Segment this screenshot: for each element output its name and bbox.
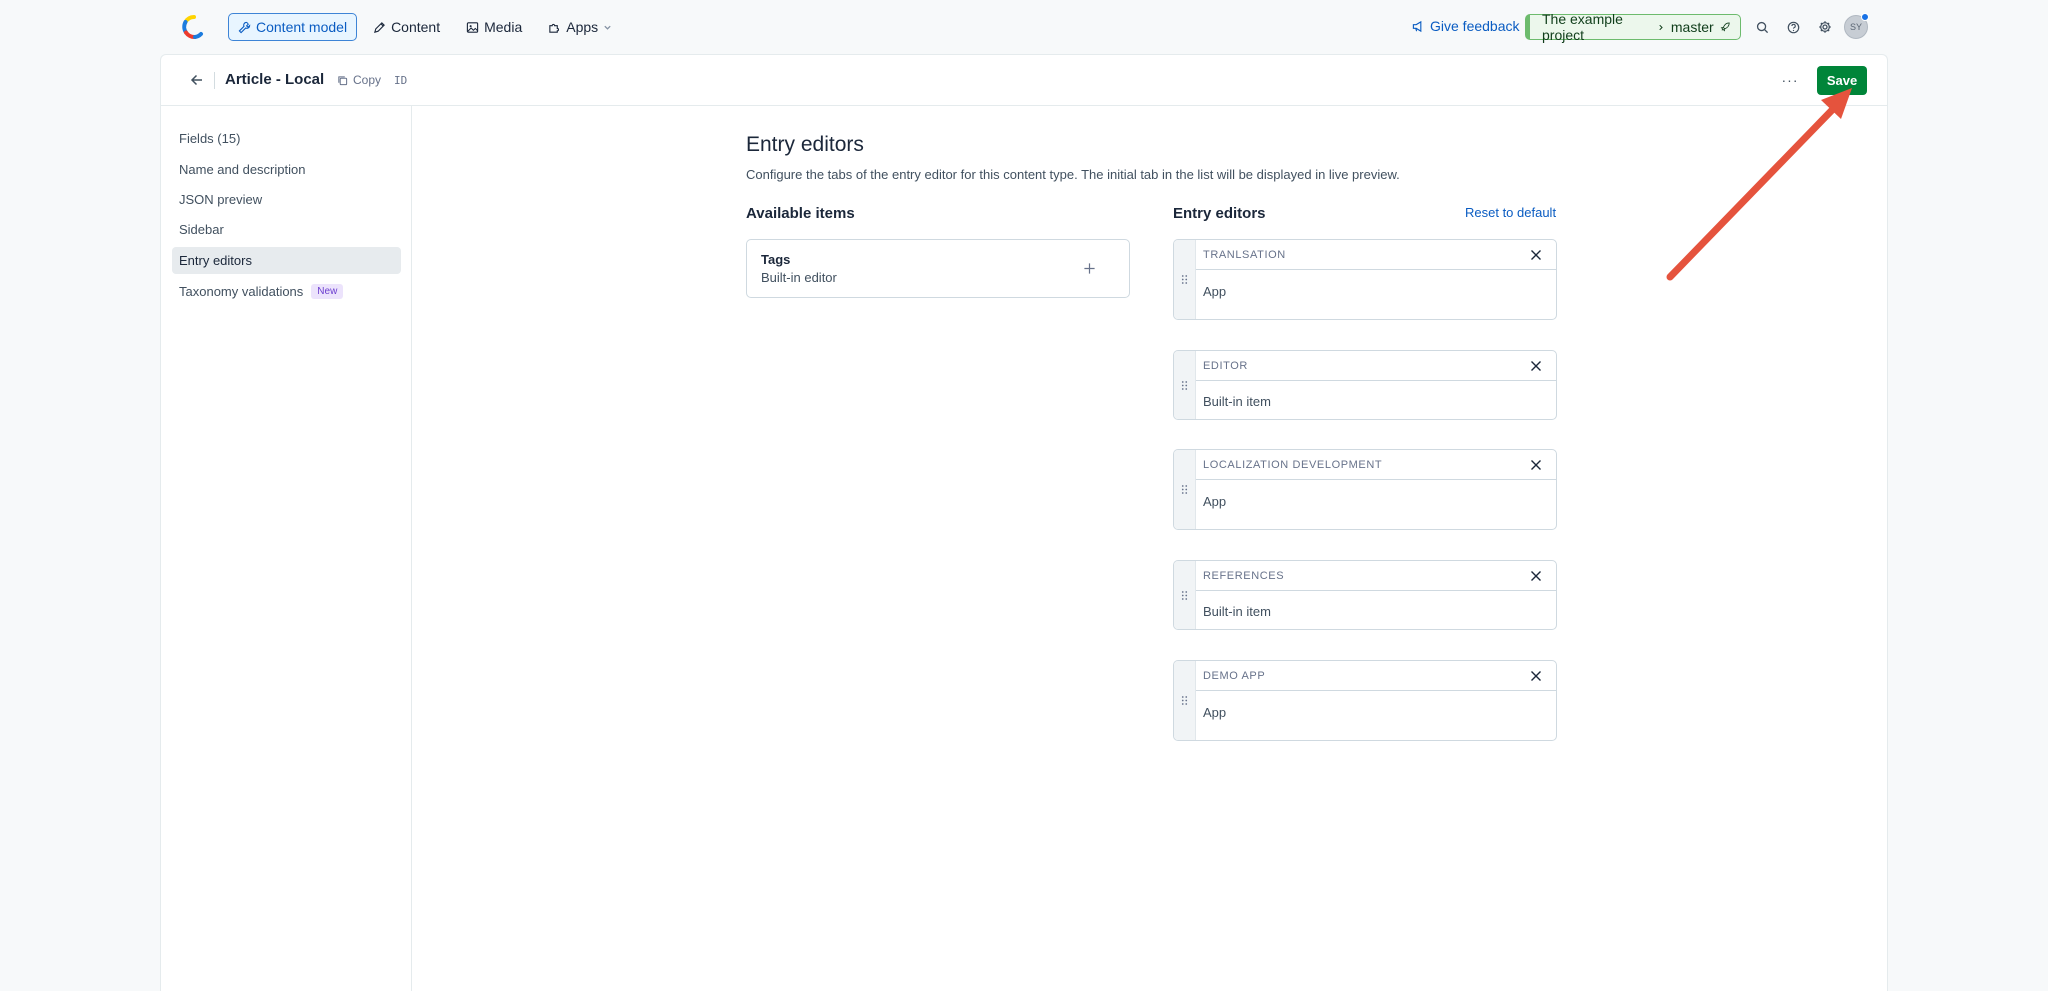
entry-editor-item[interactable]: REFERENCES Built-in item xyxy=(1173,560,1557,630)
help-icon[interactable] xyxy=(1782,16,1804,38)
environment-switcher[interactable]: The example project master xyxy=(1525,11,1741,43)
entry-editor-type: App xyxy=(1203,284,1227,299)
drag-handle-icon[interactable] xyxy=(1174,351,1196,419)
drag-handle-icon[interactable] xyxy=(1174,561,1196,629)
nav-media[interactable]: Media xyxy=(456,13,532,41)
entry-editor-header: EDITOR xyxy=(1196,351,1556,381)
more-options-button[interactable]: ··· xyxy=(1779,69,1801,91)
chevron-right-icon xyxy=(1659,24,1663,30)
sidebar-item-name-and-description[interactable]: Name and description xyxy=(172,156,401,183)
entry-editor-header: TRANLSATION xyxy=(1196,240,1556,270)
sidebar-item-label: JSON preview xyxy=(179,192,263,207)
add-item-button[interactable] xyxy=(1077,256,1101,280)
entry-editor-name: DEMO APP xyxy=(1203,670,1266,682)
entry-editor-name: REFERENCES xyxy=(1203,570,1285,582)
project-name: The example project xyxy=(1542,11,1623,43)
rocket-icon xyxy=(1720,22,1730,32)
id-label: ID xyxy=(394,73,408,87)
entry-editor-item[interactable]: DEMO APP App xyxy=(1173,660,1557,741)
entry-editor-type: App xyxy=(1203,705,1227,720)
sidebar-item-sidebar[interactable]: Sidebar xyxy=(172,216,401,243)
content-type-header: Article - Local Copy ID ··· Save xyxy=(161,55,1887,106)
entry-editor-header: REFERENCES xyxy=(1196,561,1556,591)
content-type-card: Article - Local Copy ID ··· Save Fields … xyxy=(160,54,1888,991)
entry-editor-name: TRANLSATION xyxy=(1203,249,1286,261)
page-description: Configure the tabs of the entry editor f… xyxy=(746,167,1400,182)
give-feedback-link[interactable]: Give feedback xyxy=(1412,18,1520,34)
copy-id-button[interactable]: Copy ID xyxy=(337,73,407,87)
header-divider xyxy=(214,72,215,89)
entry-editor-item[interactable]: EDITOR Built-in item xyxy=(1173,350,1557,420)
content-type-sidebar: Fields (15) Name and description JSON pr… xyxy=(161,106,412,991)
entry-editor-item[interactable]: LOCALIZATION DEVELOPMENT App xyxy=(1173,449,1557,530)
copy-icon xyxy=(338,75,348,85)
drag-handle-icon[interactable] xyxy=(1174,661,1196,740)
content-type-title: Article - Local xyxy=(225,71,325,88)
available-item-tags: Tags Built-in editor xyxy=(746,239,1130,298)
give-feedback-label: Give feedback xyxy=(1430,18,1520,34)
entry-editor-name: EDITOR xyxy=(1203,360,1248,372)
entry-editors-title: Entry editors xyxy=(1173,205,1266,222)
entry-editor-name: LOCALIZATION DEVELOPMENT xyxy=(1203,459,1383,471)
contentful-logo-icon[interactable] xyxy=(181,14,207,40)
sidebar-item-label: Taxonomy validations xyxy=(179,284,304,299)
chevron-down-icon xyxy=(604,25,611,30)
puzzle-icon xyxy=(549,23,560,33)
nav-item-label: Content model xyxy=(256,19,348,35)
nav-item-label: Content xyxy=(391,19,441,35)
sidebar-item-label: Name and description xyxy=(179,162,306,177)
nav-item-label: Media xyxy=(484,19,523,35)
available-item-type: Built-in editor xyxy=(761,270,837,285)
close-icon[interactable] xyxy=(1529,569,1543,583)
reset-to-default-link[interactable]: Reset to default xyxy=(1465,205,1556,220)
sidebar-item-taxonomy-validations[interactable]: Taxonomy validations New xyxy=(172,278,401,305)
drag-handle-icon[interactable] xyxy=(1174,450,1196,529)
plus-icon xyxy=(1083,262,1095,274)
megaphone-icon xyxy=(1412,20,1422,32)
nav-apps[interactable]: Apps xyxy=(538,13,622,41)
save-button[interactable]: Save xyxy=(1817,66,1867,95)
notification-dot xyxy=(1861,13,1869,21)
gear-icon[interactable] xyxy=(1814,16,1836,38)
available-items-title: Available items xyxy=(746,205,855,222)
search-icon[interactable] xyxy=(1751,16,1773,38)
arrow-left-icon[interactable] xyxy=(187,70,207,90)
close-icon[interactable] xyxy=(1529,458,1543,472)
entry-editor-type: Built-in item xyxy=(1203,394,1271,409)
new-badge: New xyxy=(311,284,344,299)
sidebar-item-fields[interactable]: Fields (15) xyxy=(172,125,401,152)
nav-content-model[interactable]: Content model xyxy=(228,13,358,41)
avatar-initials: SY xyxy=(1849,22,1862,32)
copy-label: Copy xyxy=(353,73,382,87)
entry-editor-type: Built-in item xyxy=(1203,604,1271,619)
environment-name: master xyxy=(1670,19,1714,35)
sidebar-item-label: Fields (15) xyxy=(179,131,241,146)
close-icon[interactable] xyxy=(1529,248,1543,262)
entry-editor-header: DEMO APP xyxy=(1196,661,1556,691)
available-item-name: Tags xyxy=(761,252,791,267)
top-navigation: Content model Content Media Apps Give fe… xyxy=(0,0,2048,54)
page-title: Entry editors xyxy=(746,133,864,156)
sidebar-item-entry-editors[interactable]: Entry editors xyxy=(172,247,401,274)
nav-content[interactable]: Content xyxy=(363,13,450,41)
nav-item-label: Apps xyxy=(566,19,599,35)
sidebar-item-label: Sidebar xyxy=(179,222,224,237)
image-icon xyxy=(466,21,479,33)
close-icon[interactable] xyxy=(1529,359,1543,373)
sidebar-item-label: Entry editors xyxy=(179,253,252,268)
pen-icon xyxy=(374,21,385,33)
entry-editor-header: LOCALIZATION DEVELOPMENT xyxy=(1196,450,1556,480)
wrench-icon xyxy=(238,21,251,33)
drag-handle-icon[interactable] xyxy=(1174,240,1196,319)
entry-editor-item[interactable]: TRANLSATION App xyxy=(1173,239,1557,320)
entry-editor-type: App xyxy=(1203,494,1227,509)
close-icon[interactable] xyxy=(1529,669,1543,683)
sidebar-item-json-preview[interactable]: JSON preview xyxy=(172,186,401,213)
